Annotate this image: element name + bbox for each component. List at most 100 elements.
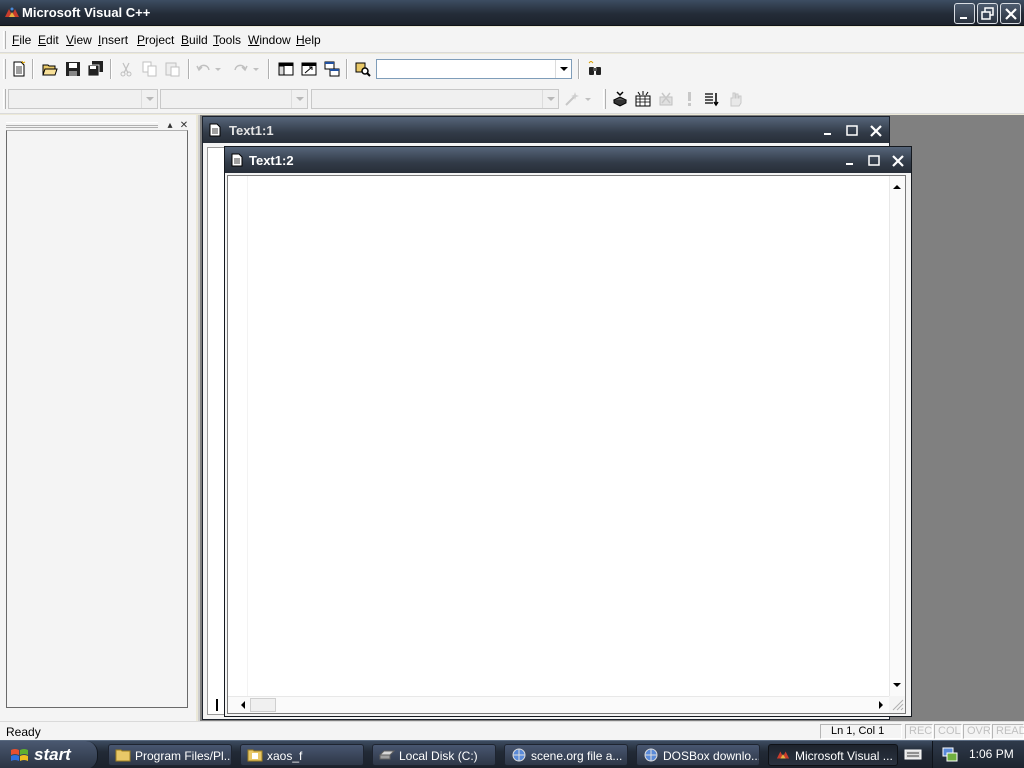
- save-icon[interactable]: [63, 59, 83, 79]
- execute-exclamation-icon[interactable]: [679, 89, 699, 109]
- cursor-position-panel: Ln 1, Col 1: [820, 724, 902, 739]
- document-back-maximize-icon[interactable]: [843, 122, 861, 139]
- open-folder-icon[interactable]: [40, 59, 60, 79]
- network-tray-icon[interactable]: [941, 746, 959, 765]
- find-binoculars-icon[interactable]: [585, 59, 605, 79]
- col-indicator: COL: [934, 724, 962, 739]
- find-combo-chevron-down-icon[interactable]: [555, 60, 571, 78]
- find-in-files-icon[interactable]: [353, 59, 373, 79]
- redo-icon[interactable]: [230, 59, 250, 79]
- task-button-program-files[interactable]: Program Files/Pl...: [108, 744, 232, 766]
- members-combo[interactable]: [311, 89, 559, 109]
- menu-window[interactable]: Window: [248, 33, 291, 47]
- start-button[interactable]: start: [0, 741, 98, 768]
- menu-help[interactable]: Help: [296, 33, 321, 47]
- document-back-editor-edge[interactable]: [207, 147, 225, 715]
- main-title-bar[interactable]: Microsoft Visual C++: [0, 0, 1024, 26]
- mdi-client-area: Text1:1 Text1:2: [198, 115, 1024, 721]
- task-button-local-disk[interactable]: Local Disk (C:): [372, 744, 496, 766]
- task-button-dosbox[interactable]: DOSBox downlo...: [636, 744, 760, 766]
- document-front-close-icon[interactable]: [889, 152, 907, 169]
- build-icon[interactable]: [633, 89, 653, 109]
- new-text-file-icon[interactable]: [9, 59, 29, 79]
- cut-icon[interactable]: [116, 59, 136, 79]
- drive-icon: [378, 748, 396, 765]
- wizard-action-icon[interactable]: [562, 89, 582, 109]
- redo-dropdown-chevron-down-icon[interactable]: [250, 59, 262, 79]
- clock[interactable]: 1:06 PM: [969, 747, 1014, 761]
- workspace-pane: ▴ ✕: [0, 115, 196, 721]
- toolbar-grip[interactable]: [3, 59, 6, 79]
- task-button-visual-cpp[interactable]: Microsoft Visual ...: [768, 744, 898, 766]
- horizontal-scrollbar[interactable]: [216, 696, 891, 713]
- filter-combo-chevron-down-icon[interactable]: [291, 90, 307, 108]
- menu-view-label: iew: [73, 33, 92, 47]
- task-label: Program Files/Pl...: [135, 749, 232, 763]
- scroll-right-icon[interactable]: [874, 698, 888, 712]
- task-button-scene-org[interactable]: scene.org file a...: [504, 744, 628, 766]
- menu-insert-label: nsert: [101, 33, 129, 47]
- workspace-content[interactable]: [6, 130, 188, 708]
- window-list-icon[interactable]: [322, 59, 342, 79]
- scroll-up-icon[interactable]: [890, 180, 904, 194]
- task-button-xaos[interactable]: xaos_f: [240, 744, 364, 766]
- menu-project[interactable]: Project: [137, 33, 174, 47]
- resize-grip-icon[interactable]: [889, 696, 905, 713]
- close-button[interactable]: [1000, 3, 1021, 24]
- class-combo[interactable]: [8, 89, 158, 109]
- menu-view[interactable]: View: [66, 33, 92, 47]
- document-title-bar-front[interactable]: Text1:2: [225, 147, 911, 173]
- document-icon: [231, 153, 243, 170]
- copy-icon[interactable]: [140, 59, 160, 79]
- menu-help-label: elp: [304, 33, 321, 47]
- menu-window-mnemonic: W: [248, 33, 260, 47]
- class-combo-chevron-down-icon[interactable]: [141, 90, 157, 108]
- document-title-bar-back[interactable]: Text1:1: [203, 117, 889, 143]
- document-front-minimize-icon[interactable]: [841, 152, 859, 169]
- undo-icon[interactable]: [194, 59, 214, 79]
- menu-bar-grip[interactable]: [3, 31, 6, 49]
- visual-cpp-app-icon[interactable]: [4, 5, 20, 21]
- horizontal-scroll-thumb[interactable]: [250, 698, 276, 712]
- menu-help-mnemonic: H: [296, 33, 305, 47]
- editor-selection-margin[interactable]: [228, 176, 248, 696]
- text-editor[interactable]: [216, 175, 906, 714]
- workspace-grip[interactable]: [6, 122, 158, 128]
- members-combo-chevron-down-icon[interactable]: [542, 90, 558, 108]
- keyboard-language-icon[interactable]: [904, 747, 922, 764]
- output-window-icon[interactable]: [299, 59, 319, 79]
- menu-insert[interactable]: Insert: [98, 33, 128, 47]
- menu-project-mnemonic: P: [137, 33, 146, 47]
- restore-button[interactable]: [977, 3, 998, 24]
- wizard-action-chevron-down-icon[interactable]: [582, 89, 594, 109]
- vertical-scrollbar[interactable]: [889, 176, 905, 696]
- compile-icon[interactable]: [610, 89, 630, 109]
- workspace-window-icon[interactable]: [276, 59, 296, 79]
- menu-build[interactable]: Build: [181, 33, 208, 47]
- document-front-maximize-icon[interactable]: [865, 152, 883, 169]
- menu-tools[interactable]: Tools: [213, 33, 241, 47]
- status-bar: Ready Ln 1, Col 1 REC COL OVR READ: [0, 721, 1024, 740]
- document-back-minimize-icon[interactable]: [819, 122, 837, 139]
- paste-icon[interactable]: [163, 59, 183, 79]
- stop-build-icon[interactable]: [656, 89, 676, 109]
- scroll-left-icon[interactable]: [236, 698, 250, 712]
- undo-dropdown-chevron-down-icon[interactable]: [212, 59, 224, 79]
- insert-breakpoint-hand-icon[interactable]: [725, 89, 745, 109]
- menu-edit[interactable]: Edit: [38, 33, 59, 47]
- menu-view-mnemonic: V: [66, 33, 74, 47]
- document-back-close-icon[interactable]: [867, 122, 885, 139]
- minimize-button[interactable]: [954, 3, 975, 24]
- go-debug-icon[interactable]: [702, 89, 722, 109]
- split-box-left-icon[interactable]: [210, 698, 224, 712]
- window-title: Microsoft Visual C++: [22, 5, 151, 20]
- standard-toolbar: [0, 54, 1024, 84]
- save-all-icon[interactable]: [86, 59, 106, 79]
- toolbar-grip[interactable]: [3, 89, 6, 109]
- filter-combo[interactable]: [160, 89, 308, 109]
- toolbar-grip[interactable]: [603, 89, 606, 109]
- document-window-front[interactable]: Text1:2: [216, 146, 912, 717]
- scroll-down-icon[interactable]: [890, 678, 904, 692]
- find-combo[interactable]: [376, 59, 572, 79]
- menu-file[interactable]: File: [12, 33, 31, 47]
